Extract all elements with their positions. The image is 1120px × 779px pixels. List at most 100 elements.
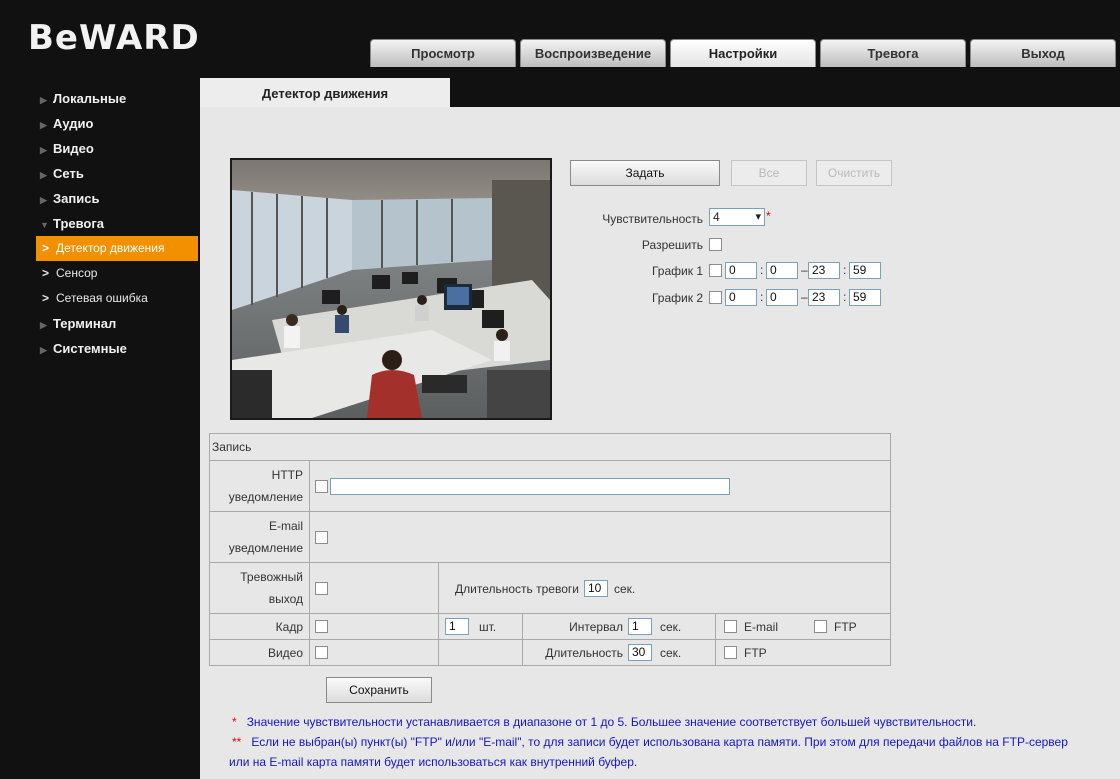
- schedule1-checkbox[interactable]: [709, 264, 722, 277]
- seconds-unit: сек.: [660, 620, 682, 634]
- record-header: Запись: [209, 433, 891, 461]
- chevron-right-icon: >: [42, 241, 50, 255]
- triangle-right-icon: ▶: [40, 95, 47, 105]
- sidebar-subitem-motion-detector[interactable]: > Детектор движения: [36, 236, 198, 261]
- sidebar-subitem-sensor[interactable]: > Сенсор: [36, 261, 200, 286]
- chevron-right-icon: >: [42, 291, 50, 305]
- footnote-2: ** Если не выбран(ы) пункт(ы) "FTP" и/ил…: [232, 735, 1068, 749]
- triangle-right-icon: ▶: [40, 120, 47, 130]
- email-notification-checkbox[interactable]: [315, 531, 328, 544]
- schedule2-to-minute[interactable]: 59: [849, 289, 881, 306]
- frame-checkbox[interactable]: [315, 620, 328, 633]
- content-panel: Детектор движения Задать Все Очистить Чу…: [200, 78, 1120, 779]
- clear-button[interactable]: Очистить: [816, 160, 892, 186]
- video-ftp-checkbox[interactable]: [724, 646, 737, 659]
- tab-settings[interactable]: Настройки: [670, 39, 816, 67]
- table-row: Кадр 1 шт. Интервал 1 сек. E-mail FTP: [209, 613, 891, 640]
- sidebar-item-terminal[interactable]: ▶ Терминал: [36, 311, 200, 336]
- frame-label: Кадр: [209, 613, 310, 640]
- content-tab-bar: [450, 78, 1120, 107]
- frame-email-checkbox[interactable]: [724, 620, 737, 633]
- table-row: E-mail уведомление: [209, 511, 891, 563]
- camera-preview[interactable]: [230, 158, 552, 420]
- schedule1-to-hour[interactable]: 23: [808, 262, 840, 279]
- save-button[interactable]: Сохранить: [326, 677, 432, 703]
- required-mark: *: [766, 209, 771, 223]
- chevron-down-icon: ▾: [755, 211, 761, 223]
- sidebar-item-alarm[interactable]: ▼ Тревога: [36, 211, 200, 236]
- chevron-right-icon: >: [42, 266, 50, 280]
- sidebar-subitem-network-error[interactable]: > Сетевая ошибка: [36, 286, 200, 311]
- triangle-down-icon: ▼: [40, 220, 49, 230]
- tab-playback[interactable]: Воспроизведение: [520, 39, 666, 67]
- sidebar-item-label: Видео: [53, 141, 94, 156]
- triangle-right-icon: ▶: [40, 320, 47, 330]
- schedule2-checkbox[interactable]: [709, 291, 722, 304]
- seconds-unit: сек.: [614, 582, 636, 596]
- http-notification-label: HTTP уведомление: [209, 460, 310, 512]
- enable-label: Разрешить: [641, 238, 703, 252]
- set-button[interactable]: Задать: [570, 160, 720, 186]
- email-notification-label: E-mail уведомление: [209, 511, 310, 563]
- schedule1-from-hour[interactable]: 0: [725, 262, 757, 279]
- enable-checkbox[interactable]: [709, 238, 722, 251]
- seconds-unit: сек.: [660, 646, 682, 660]
- sidebar-item-local[interactable]: ▶ Локальные: [36, 86, 200, 111]
- sensitivity-value: 4: [713, 210, 720, 224]
- http-notification-input[interactable]: [330, 478, 730, 495]
- ftp-option-label: FTP: [834, 620, 857, 634]
- main-tabs: Просмотр Воспроизведение Настройки Трево…: [370, 39, 1120, 67]
- all-button[interactable]: Все: [731, 160, 807, 186]
- time-separator: :: [760, 263, 764, 277]
- frame-ftp-checkbox[interactable]: [814, 620, 827, 633]
- record-table: Запись HTTP уведомление E-mail уведомление…: [209, 433, 891, 666]
- sidebar-item-label: Терминал: [53, 316, 117, 331]
- sidebar-item-network[interactable]: ▶ Сеть: [36, 161, 200, 186]
- schedule2-label: График 2: [651, 291, 703, 305]
- sidebar-item-system[interactable]: ▶ Системные: [36, 336, 200, 361]
- sidebar-item-label: Системные: [53, 341, 127, 356]
- schedule2-from-minute[interactable]: 0: [766, 289, 798, 306]
- sidebar-item-record[interactable]: ▶ Запись: [36, 186, 200, 211]
- interval-label: Интервал: [569, 620, 623, 634]
- sidebar-item-label: Сеть: [53, 166, 84, 181]
- alarm-output-label: Тревожный выход: [209, 562, 310, 614]
- frame-count-input[interactable]: 1: [445, 618, 469, 635]
- range-separator: –: [801, 290, 808, 304]
- schedule2-from-hour[interactable]: 0: [725, 289, 757, 306]
- time-separator: :: [760, 290, 764, 304]
- sidebar-item-label: Локальные: [53, 91, 127, 106]
- alarm-output-checkbox[interactable]: [315, 582, 328, 595]
- footnotes: * Значение чувствительности устанавливае…: [229, 712, 1068, 772]
- interval-input[interactable]: 1: [628, 618, 652, 635]
- alarm-duration-input[interactable]: 10: [584, 580, 608, 597]
- ftp-option-label: FTP: [744, 646, 767, 660]
- video-label: Видео: [209, 639, 310, 666]
- tab-logout[interactable]: Выход: [970, 39, 1116, 67]
- sidebar-item-label: Сенсор: [56, 266, 98, 280]
- camera-preview-image: [232, 160, 550, 418]
- tab-alarm[interactable]: Тревога: [820, 39, 966, 67]
- beward-logo: BeWARD: [28, 18, 200, 58]
- range-separator: –: [801, 263, 808, 277]
- duration-label: Длительность: [545, 646, 623, 660]
- sidebar-item-label: Сетевая ошибка: [56, 291, 148, 305]
- footnote-2-continued: или на E-mail карта памяти будет использ…: [229, 755, 638, 769]
- tab-view[interactable]: Просмотр: [370, 39, 516, 67]
- duration-input[interactable]: 30: [628, 644, 652, 661]
- pcs-unit: шт.: [479, 620, 497, 634]
- email-option-label: E-mail: [744, 620, 779, 634]
- time-separator: :: [843, 263, 847, 277]
- sidebar-item-label: Аудио: [53, 116, 94, 131]
- sidebar: ▶ Локальные ▶ Аудио ▶ Видео ▶ Сеть ▶ Запись ▼…: [36, 86, 200, 361]
- sidebar-item-video[interactable]: ▶ Видео: [36, 136, 200, 161]
- alarm-duration-label: Длительность тревоги: [455, 582, 579, 596]
- sensitivity-select[interactable]: 4 ▾: [709, 208, 765, 226]
- video-checkbox[interactable]: [315, 646, 328, 659]
- schedule2-to-hour[interactable]: 23: [808, 289, 840, 306]
- http-notification-checkbox[interactable]: [315, 480, 328, 493]
- sidebar-item-audio[interactable]: ▶ Аудио: [36, 111, 200, 136]
- triangle-right-icon: ▶: [40, 195, 47, 205]
- schedule1-to-minute[interactable]: 59: [849, 262, 881, 279]
- schedule1-from-minute[interactable]: 0: [766, 262, 798, 279]
